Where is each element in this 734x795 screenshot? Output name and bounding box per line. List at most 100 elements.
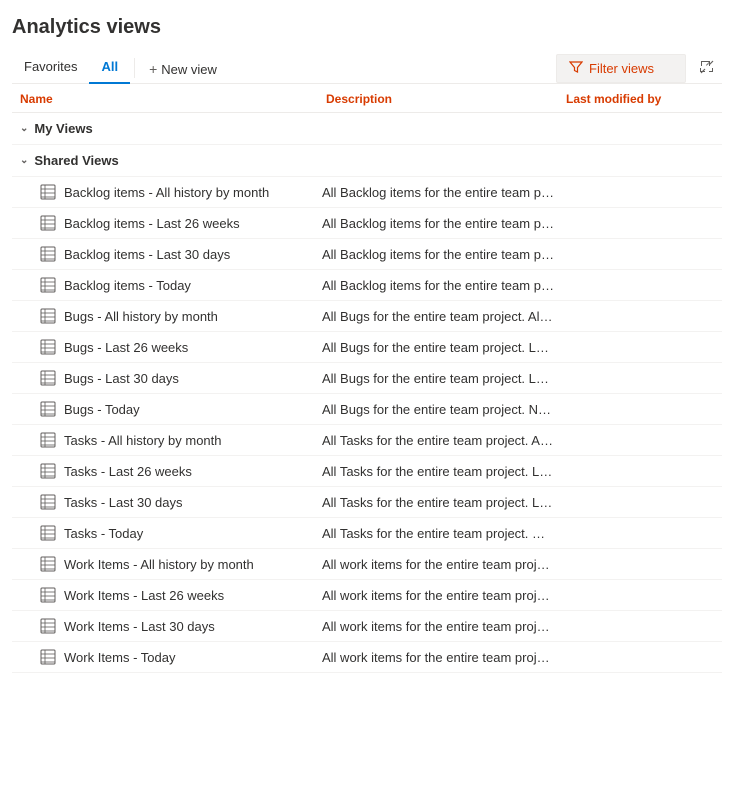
row-description: All Tasks for the entire team project. L…	[322, 464, 562, 479]
row-description: All Tasks for the entire team project. N…	[322, 526, 562, 541]
grid-icon	[40, 339, 56, 355]
section-0[interactable]: ⌄ My Views	[12, 113, 722, 145]
row-name-cell: Bugs - Last 26 weeks	[12, 339, 322, 355]
table-row[interactable]: Tasks - Last 26 weeks All Tasks for the …	[12, 456, 722, 487]
tab-divider	[134, 58, 135, 78]
section-label: My Views	[34, 121, 92, 136]
table-row[interactable]: Backlog items - Last 30 days All Backlog…	[12, 239, 722, 270]
table-header: Name Description Last modified by	[12, 84, 722, 113]
row-description: All Tasks for the entire team project. L…	[322, 495, 562, 510]
tabs-container: Favorites All + New view	[12, 53, 227, 83]
row-name-cell: Work Items - Today	[12, 649, 322, 665]
row-name-cell: Backlog items - Last 30 days	[12, 246, 322, 262]
row-name: Bugs - Last 26 weeks	[64, 340, 188, 355]
new-view-label: New view	[161, 62, 217, 77]
row-name-cell: Backlog items - Today	[12, 277, 322, 293]
filter-views-button[interactable]: Filter views	[556, 54, 686, 83]
row-name: Work Items - Last 26 weeks	[64, 588, 224, 603]
row-description: All Bugs for the entire team project. La…	[322, 340, 562, 355]
sections-container: ⌄ My Views ⌄ Shared Views Backlog items …	[12, 113, 722, 673]
table-row[interactable]: Bugs - Last 26 weeks All Bugs for the en…	[12, 332, 722, 363]
row-name-cell: Bugs - All history by month	[12, 308, 322, 324]
row-name-cell: Tasks - Last 26 weeks	[12, 463, 322, 479]
row-name-cell: Tasks - Today	[12, 525, 322, 541]
row-name-cell: Work Items - Last 30 days	[12, 618, 322, 634]
grid-icon	[40, 215, 56, 231]
grid-icon	[40, 246, 56, 262]
row-name: Work Items - Last 30 days	[64, 619, 215, 634]
table-row[interactable]: Tasks - Today All Tasks for the entire t…	[12, 518, 722, 549]
table-row[interactable]: Backlog items - Today All Backlog items …	[12, 270, 722, 301]
table-row[interactable]: Bugs - Last 30 days All Bugs for the ent…	[12, 363, 722, 394]
row-name-cell: Bugs - Last 30 days	[12, 370, 322, 386]
table-row[interactable]: Work Items - Last 30 days All work items…	[12, 611, 722, 642]
table-row[interactable]: Backlog items - Last 26 weeks All Backlo…	[12, 208, 722, 239]
row-description: All Backlog items for the entire team pr…	[322, 216, 562, 231]
row-name-cell: Work Items - All history by month	[12, 556, 322, 572]
row-name: Backlog items - All history by month	[64, 185, 269, 200]
row-description: All Backlog items for the entire team pr…	[322, 185, 562, 200]
new-view-button[interactable]: + New view	[139, 55, 227, 83]
row-name-cell: Bugs - Today	[12, 401, 322, 417]
row-name: Backlog items - Last 26 weeks	[64, 216, 240, 231]
grid-icon	[40, 432, 56, 448]
toolbar: Favorites All + New view Filter views	[12, 53, 722, 84]
row-name: Backlog items - Today	[64, 278, 191, 293]
row-description: All work items for the entire team proje…	[322, 557, 562, 572]
row-name: Tasks - Today	[64, 526, 143, 541]
chevron-icon: ⌄	[20, 155, 28, 166]
row-name: Bugs - All history by month	[64, 309, 218, 324]
column-description: Description	[322, 92, 562, 106]
grid-icon	[40, 587, 56, 603]
filter-icon	[569, 60, 583, 77]
grid-icon	[40, 308, 56, 324]
row-name-cell: Backlog items - Last 26 weeks	[12, 215, 322, 231]
row-description: All work items for the entire team proje…	[322, 650, 562, 665]
page-title: Analytics views	[12, 16, 722, 39]
grid-icon	[40, 618, 56, 634]
row-name: Tasks - Last 26 weeks	[64, 464, 192, 479]
row-name-cell: Backlog items - All history by month	[12, 184, 322, 200]
row-name-cell: Tasks - Last 30 days	[12, 494, 322, 510]
row-name: Backlog items - Last 30 days	[64, 247, 230, 262]
grid-icon	[40, 184, 56, 200]
column-last-modified: Last modified by	[562, 92, 722, 106]
table-row[interactable]: Work Items - All history by month All wo…	[12, 549, 722, 580]
tab-all[interactable]: All	[89, 53, 130, 84]
table-row[interactable]: Bugs - All history by month All Bugs for…	[12, 301, 722, 332]
grid-icon	[40, 463, 56, 479]
table-row[interactable]: Bugs - Today All Bugs for the entire tea…	[12, 394, 722, 425]
row-name: Tasks - Last 30 days	[64, 495, 183, 510]
row-description: All Bugs for the entire team project. No…	[322, 402, 562, 417]
row-description: All work items for the entire team proje…	[322, 588, 562, 603]
table-row[interactable]: Work Items - Today All work items for th…	[12, 642, 722, 673]
row-name-cell: Work Items - Last 26 weeks	[12, 587, 322, 603]
grid-icon	[40, 649, 56, 665]
expand-button[interactable]	[692, 55, 722, 82]
row-description: All Backlog items for the entire team pr…	[322, 278, 562, 293]
row-description: All Bugs for the entire team project. Al…	[322, 309, 562, 324]
row-description: All Bugs for the entire team project. La…	[322, 371, 562, 386]
row-name: Tasks - All history by month	[64, 433, 222, 448]
table-row[interactable]: Tasks - All history by month All Tasks f…	[12, 425, 722, 456]
grid-icon	[40, 556, 56, 572]
row-description: All Tasks for the entire team project. A…	[322, 433, 562, 448]
row-name: Bugs - Last 30 days	[64, 371, 179, 386]
table-row[interactable]: Work Items - Last 26 weeks All work item…	[12, 580, 722, 611]
table-row[interactable]: Tasks - Last 30 days All Tasks for the e…	[12, 487, 722, 518]
row-name-cell: Tasks - All history by month	[12, 432, 322, 448]
row-description: All work items for the entire team proje…	[322, 619, 562, 634]
row-name: Work Items - All history by month	[64, 557, 254, 572]
row-name: Bugs - Today	[64, 402, 140, 417]
grid-icon	[40, 370, 56, 386]
section-1[interactable]: ⌄ Shared Views	[12, 145, 722, 177]
column-name: Name	[12, 92, 322, 106]
tab-favorites[interactable]: Favorites	[12, 53, 89, 84]
grid-icon	[40, 277, 56, 293]
row-name: Work Items - Today	[64, 650, 176, 665]
grid-icon	[40, 494, 56, 510]
chevron-icon: ⌄	[20, 123, 28, 134]
table-row[interactable]: Backlog items - All history by month All…	[12, 177, 722, 208]
section-label: Shared Views	[34, 153, 118, 168]
grid-icon	[40, 525, 56, 541]
